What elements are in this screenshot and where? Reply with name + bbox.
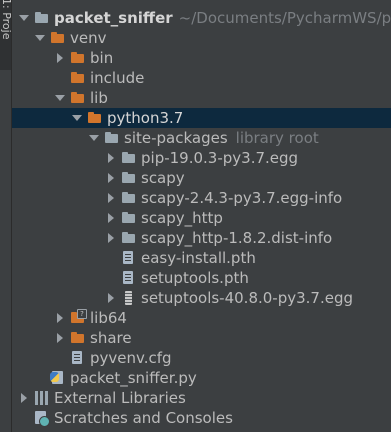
chevron-right-icon[interactable] (54, 328, 66, 348)
folder-icon (104, 128, 120, 148)
chevron-down-icon[interactable] (88, 128, 100, 148)
library-root-hint: library root (235, 129, 319, 147)
folder-excluded-icon (70, 48, 86, 68)
lib64-label: lib64 (90, 309, 127, 327)
tree-row-site-packages[interactable]: site-packages library root (12, 128, 391, 148)
folder-icon (121, 148, 137, 168)
folder-excluded-icon (70, 88, 86, 108)
external-libraries-label: External Libraries (54, 389, 186, 407)
package-label: scapy_http (141, 209, 223, 227)
scratches-label: Scratches and Consoles (54, 409, 233, 427)
tree-row-venv[interactable]: venv (12, 28, 391, 48)
package-label: scapy_http-1.8.2.dist-info (141, 229, 333, 247)
chevron-down-icon[interactable] (34, 28, 46, 48)
package-label: scapy (141, 169, 185, 187)
chevron-right-icon[interactable] (54, 308, 66, 328)
venv-label: venv (70, 29, 107, 47)
tree-row-egg[interactable]: setuptools-40.8.0-py3.7.egg (12, 288, 391, 308)
file-label: easy-install.pth (141, 249, 256, 267)
include-label: include (90, 69, 145, 87)
python-label: python3.7 (107, 109, 184, 127)
chevron-right-icon[interactable] (105, 168, 117, 188)
root-name: packet_sniffer (54, 9, 173, 27)
library-icon (34, 388, 50, 408)
share-label: share (90, 329, 132, 347)
folder-icon (121, 228, 137, 248)
lib-label: lib (90, 89, 108, 107)
folder-link-icon: ? (70, 308, 87, 328)
project-tree: packet_sniffer ~/Documents/PycharmWS/p v… (12, 0, 391, 432)
chevron-right-icon[interactable] (105, 288, 117, 308)
folder-icon (121, 208, 137, 228)
tree-row-share[interactable]: share (12, 328, 391, 348)
tree-row-package[interactable]: scapy (12, 168, 391, 188)
chevron-right-icon[interactable] (18, 388, 30, 408)
folder-icon (121, 188, 137, 208)
tree-row-include[interactable]: include (12, 68, 391, 88)
chevron-right-icon[interactable] (105, 188, 117, 208)
main-file-label: packet_sniffer.py (70, 369, 197, 387)
root-path: ~/Documents/PycharmWS/p (178, 9, 391, 27)
folder-icon (121, 168, 137, 188)
tree-row-lib64[interactable]: ? lib64 (12, 308, 391, 328)
tree-row-package[interactable]: scapy_http-1.8.2.dist-info (12, 228, 391, 248)
file-label: setuptools.pth (141, 269, 249, 287)
tree-row-pyvenv[interactable]: pyvenv.cfg (12, 348, 391, 368)
tree-row-bin[interactable]: bin (12, 48, 391, 68)
chevron-right-icon[interactable] (105, 148, 117, 168)
project-tool-tab-label: 1: Proje (0, 0, 13, 40)
tree-row-main-file[interactable]: packet_sniffer.py (12, 368, 391, 388)
python-logo-icon (50, 372, 59, 382)
symlink-badge-icon: ? (77, 309, 87, 319)
tree-row-package[interactable]: scapy_http (12, 208, 391, 228)
bin-label: bin (90, 49, 114, 67)
tree-row-file[interactable]: setuptools.pth (12, 268, 391, 288)
site-packages-label: site-packages (124, 129, 228, 147)
text-file-icon (121, 268, 137, 288)
folder-icon (34, 8, 50, 28)
project-tool-tab[interactable]: 1: Proje (0, 0, 13, 70)
package-label: pip-19.0.3-py3.7.egg (141, 149, 299, 167)
text-file-icon (121, 248, 137, 268)
project-tool-strip: 1: Proje (0, 0, 13, 432)
chevron-down-icon[interactable] (18, 8, 30, 28)
egg-label: setuptools-40.8.0-py3.7.egg (141, 289, 353, 307)
chevron-right-icon[interactable] (105, 228, 117, 248)
tree-row-python[interactable]: python3.7 (12, 108, 391, 128)
text-file-icon (70, 348, 86, 368)
folder-excluded-icon (70, 328, 86, 348)
package-label: scapy-2.4.3-py3.7.egg-info (141, 189, 343, 207)
chevron-right-icon[interactable] (105, 208, 117, 228)
chevron-down-icon[interactable] (71, 108, 83, 128)
tree-row-file[interactable]: easy-install.pth (12, 248, 391, 268)
scratches-icon (34, 408, 50, 428)
folder-excluded-icon (87, 108, 103, 128)
folder-excluded-icon (70, 68, 86, 88)
chevron-down-icon[interactable] (54, 88, 66, 108)
folder-excluded-icon (50, 28, 66, 48)
tree-row-lib[interactable]: lib (12, 88, 391, 108)
pyvenv-label: pyvenv.cfg (90, 349, 172, 367)
tree-row-root[interactable]: packet_sniffer ~/Documents/PycharmWS/p (12, 8, 391, 28)
tree-row-package[interactable]: pip-19.0.3-py3.7.egg (12, 148, 391, 168)
chevron-right-icon[interactable] (54, 48, 66, 68)
python-file-icon (50, 368, 66, 388)
tree-row-external-libraries[interactable]: External Libraries (12, 388, 391, 408)
archive-icon (121, 288, 137, 308)
tree-row-package[interactable]: scapy-2.4.3-py3.7.egg-info (12, 188, 391, 208)
tree-row-scratches[interactable]: Scratches and Consoles (12, 408, 391, 428)
